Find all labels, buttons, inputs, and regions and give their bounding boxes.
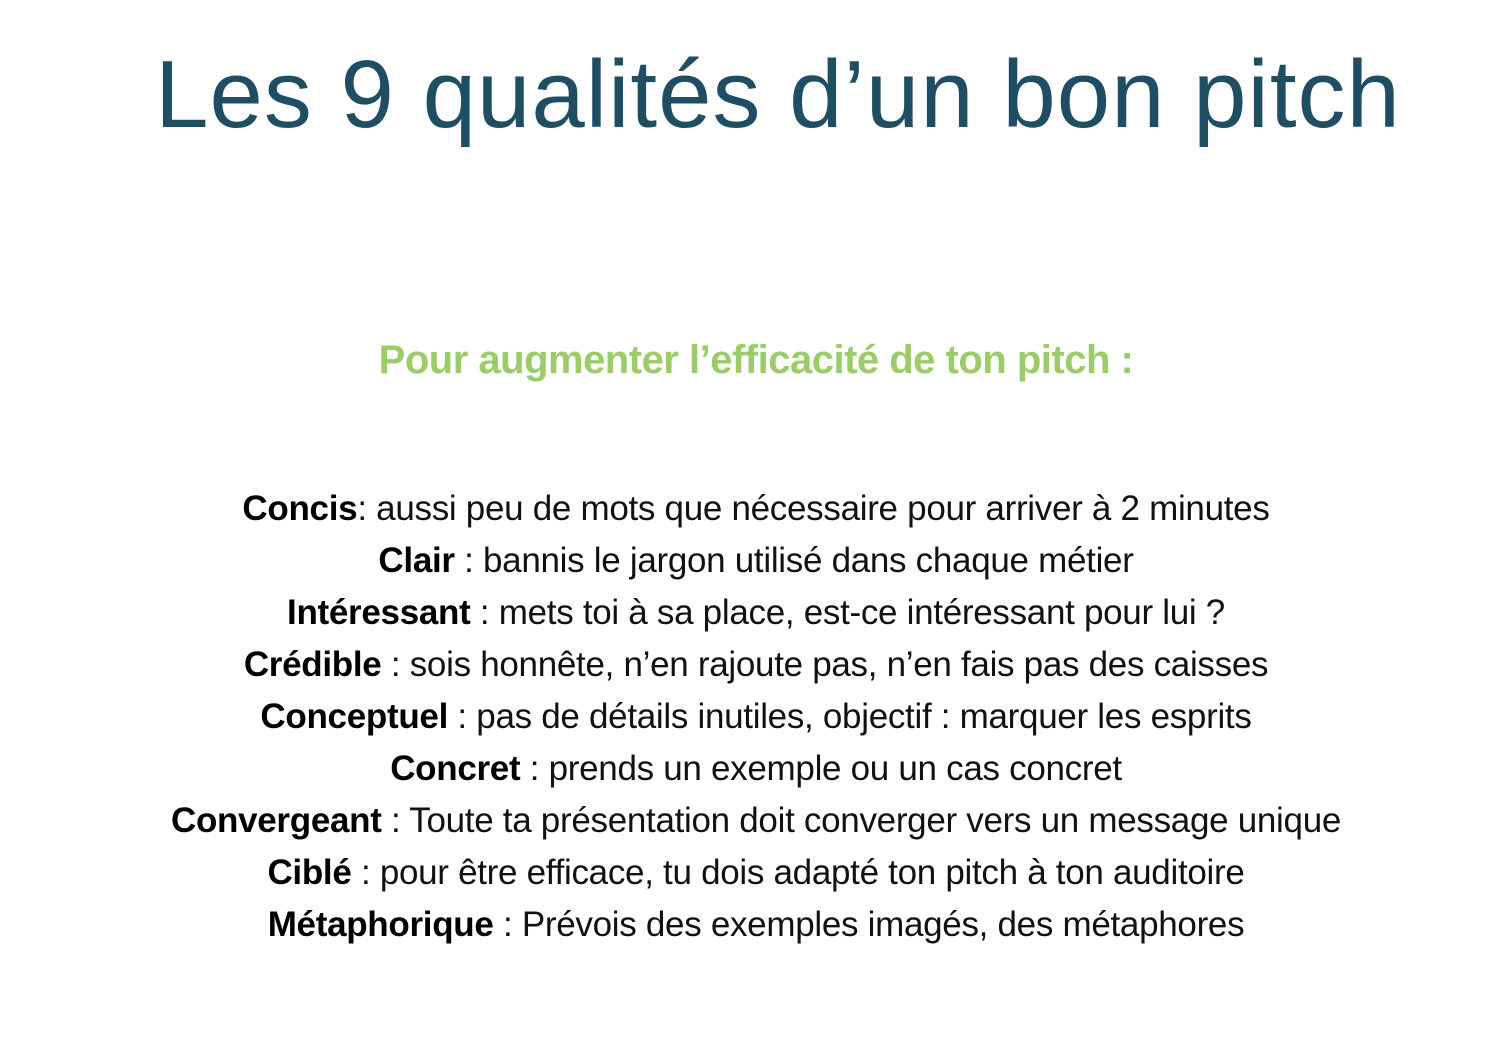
quality-term: Intéressant — [287, 593, 471, 632]
quality-description: prends un exemple ou un cas concret — [548, 749, 1122, 788]
quality-separator: : — [381, 645, 410, 684]
quality-description: pour être efficace, tu dois adapté ton p… — [379, 853, 1245, 892]
quality-item-clair: Clair : bannis le jargon utilisé dans ch… — [0, 535, 1512, 587]
quality-description: mets toi à sa place, est-ce intéressant … — [498, 593, 1226, 632]
slide-title: Les 9 qualités d’un bon pitch — [155, 41, 1401, 148]
quality-separator: : — [381, 801, 410, 840]
quality-item-convergeant: Convergeant : Toute ta présentation doit… — [0, 795, 1512, 847]
slide-subtitle: Pour augmenter l’efficacité de ton pitch… — [378, 338, 1134, 382]
quality-item-interessant: Intéressant : mets toi à sa place, est-c… — [0, 587, 1512, 639]
quality-description: pas de détails inutiles, objectif : marq… — [476, 697, 1252, 736]
quality-separator: : — [351, 853, 380, 892]
quality-term: Concis — [242, 489, 358, 528]
quality-term: Clair — [378, 541, 455, 580]
quality-term: Crédible — [243, 645, 382, 684]
quality-description: bannis le jargon utilisé dans chaque mét… — [483, 541, 1134, 580]
quality-separator: : — [357, 489, 377, 528]
quality-item-credible: Crédible : sois honnête, n’en rajoute pa… — [0, 639, 1512, 691]
slide: Les 9 qualités d’un bon pitch Pour augme… — [0, 0, 1512, 1054]
quality-item-concis: Concis: aussi peu de mots que nécessaire… — [0, 483, 1512, 535]
quality-item-concret: Concret : prends un exemple ou un cas co… — [0, 743, 1512, 795]
quality-description: sois honnête, n’en rajoute pas, n’en fai… — [409, 645, 1269, 684]
quality-term: Concret — [390, 749, 521, 788]
quality-item-conceptuel: Conceptuel : pas de détails inutiles, ob… — [0, 691, 1512, 743]
quality-description: Toute ta présentation doit converger ver… — [409, 801, 1342, 840]
quality-term: Métaphorique — [267, 905, 494, 944]
quality-separator: : — [493, 905, 522, 944]
quality-separator: : — [454, 541, 484, 580]
qualities-list: Concis: aussi peu de mots que nécessaire… — [0, 483, 1512, 951]
quality-description: aussi peu de mots que nécessaire pour ar… — [376, 489, 1270, 528]
quality-term: Convergeant — [170, 801, 382, 840]
quality-separator: : — [470, 593, 499, 632]
quality-separator: : — [520, 749, 549, 788]
quality-term: Conceptuel — [260, 697, 448, 736]
quality-item-cible: Ciblé : pour être efficace, tu dois adap… — [0, 847, 1512, 899]
quality-term: Ciblé — [267, 853, 352, 892]
quality-item-metaphorique: Métaphorique : Prévois des exemples imag… — [0, 899, 1512, 951]
quality-separator: : — [448, 697, 477, 736]
quality-description: Prévois des exemples imagés, des métapho… — [521, 905, 1245, 944]
